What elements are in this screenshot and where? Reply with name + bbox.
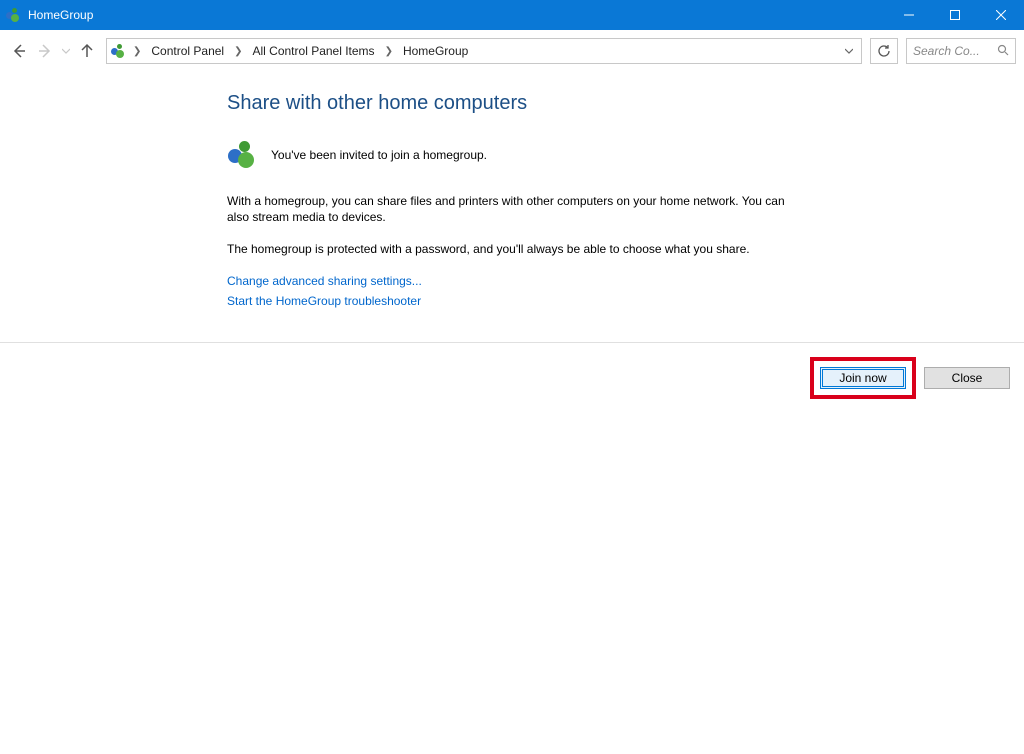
close-button[interactable] (978, 0, 1024, 30)
maximize-button[interactable] (932, 0, 978, 30)
homegroup-icon (6, 7, 22, 23)
chevron-right-icon[interactable]: ❯ (131, 46, 143, 57)
main-content: Share with other home computers You've b… (227, 92, 797, 314)
forward-button[interactable] (34, 40, 56, 62)
refresh-button[interactable] (870, 38, 898, 64)
chevron-right-icon[interactable]: ❯ (232, 46, 244, 57)
change-sharing-settings-link[interactable]: Change advanced sharing settings... (227, 274, 797, 288)
back-button[interactable] (8, 40, 30, 62)
minimize-button[interactable] (886, 0, 932, 30)
address-dropdown-icon[interactable] (841, 44, 857, 58)
chevron-right-icon[interactable]: ❯ (383, 46, 395, 57)
homegroup-icon (111, 43, 127, 59)
search-placeholder: Search Co... (913, 44, 980, 58)
up-button[interactable] (76, 40, 98, 62)
join-now-button[interactable]: Join now (820, 367, 906, 389)
breadcrumb-item[interactable]: All Control Panel Items (249, 44, 379, 58)
page-heading: Share with other home computers (227, 92, 797, 115)
invite-text: You've been invited to join a homegroup. (271, 148, 487, 162)
body-paragraph: The homegroup is protected with a passwo… (227, 241, 797, 257)
address-bar[interactable]: ❯ Control Panel ❯ All Control Panel Item… (106, 38, 862, 64)
close-panel-button[interactable]: Close (924, 367, 1010, 389)
body-paragraph: With a homegroup, you can share files an… (227, 193, 797, 225)
recent-locations-dropdown[interactable] (60, 40, 72, 62)
search-input[interactable]: Search Co... (906, 38, 1016, 64)
button-bar: Join now Close (0, 343, 1024, 413)
homegroup-icon (227, 139, 259, 171)
navigation-bar: ❯ Control Panel ❯ All Control Panel Item… (0, 30, 1024, 72)
window-title: HomeGroup (28, 8, 93, 22)
annotation-highlight: Join now (810, 357, 916, 399)
breadcrumb-item[interactable]: HomeGroup (399, 44, 472, 58)
search-icon (997, 44, 1009, 59)
breadcrumb-item[interactable]: Control Panel (147, 44, 228, 58)
window-titlebar: HomeGroup (0, 0, 1024, 30)
start-troubleshooter-link[interactable]: Start the HomeGroup troubleshooter (227, 294, 797, 308)
